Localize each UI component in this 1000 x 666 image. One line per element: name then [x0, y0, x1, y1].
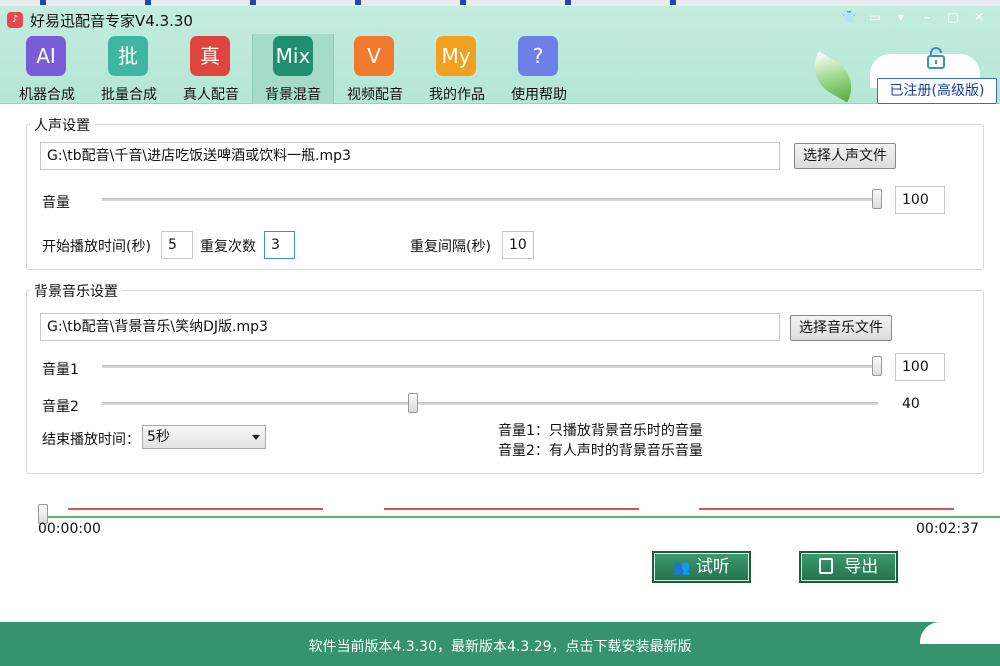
toolbar-button-2[interactable]: 真真人配音 [170, 34, 252, 104]
repeat-interval-label: 重复间隔(秒) [410, 239, 491, 255]
toolbar-label: 使用帮助 [511, 87, 567, 103]
volume1-note: 音量1：只播放背景音乐时的音量 [498, 423, 703, 439]
bgm-volume1-value[interactable]: 100 [895, 353, 945, 381]
end-time-label: 结束播放时间： [42, 432, 140, 448]
voice-volume-slider[interactable] [102, 198, 878, 201]
voice-file-path-input[interactable]: G:\tb配音\千音\进店吃饭送啤酒或饮料一瓶.mp3 [40, 142, 780, 170]
chevron-down-icon [252, 435, 260, 440]
app-header: ♪ 好易迅配音专家V4.3.30 👕 ▭ ▾ – □ ✕ AI 机器合成批批量合成… [0, 6, 1000, 104]
toolbar-icon: AI [26, 36, 66, 76]
music-note-icon: ♪ [7, 12, 23, 28]
toolbar-icon: V [354, 36, 394, 76]
toolbar-button-3[interactable]: Mix 背景混音 [252, 34, 334, 104]
export-icon [818, 558, 833, 574]
shirt-icon[interactable]: 👕 [836, 10, 862, 24]
taskbar-icon [145, 0, 151, 5]
start-time-input[interactable]: 5 [161, 231, 193, 259]
toolbar-button-4[interactable]: V 视频配音 [334, 34, 416, 104]
repeat-count-input[interactable]: 3 [264, 231, 295, 259]
minimize-icon[interactable]: – [914, 10, 940, 24]
taskbar-icon [40, 0, 46, 5]
voice-volume-value[interactable]: 100 [895, 186, 945, 214]
toolbar-label: 视频配音 [347, 87, 403, 103]
bgm-volume2-slider-thumb[interactable] [408, 393, 419, 413]
bgm-volume2-value[interactable]: 40 [895, 390, 945, 418]
choose-music-file-button[interactable]: 选择音乐文件 [790, 315, 892, 341]
toolbar-label: 批量合成 [101, 87, 157, 103]
window-title: 好易迅配音专家V4.3.30 [30, 12, 193, 30]
toolbar-icon: My [436, 36, 476, 76]
bgm-volume1-slider-thumb[interactable] [872, 356, 882, 376]
people-icon: 👥 [673, 560, 691, 576]
preview-button-label: 试听 [695, 557, 730, 577]
voice-volume-slider-thumb[interactable] [872, 189, 882, 209]
voice-segment [384, 508, 639, 510]
close-icon[interactable]: ✕ [966, 10, 992, 24]
toolbar-label: 机器合成 [19, 87, 75, 103]
window-controls: 👕 ▭ ▾ – □ ✕ [836, 10, 992, 24]
timeline-end-time: 00:02:37 [916, 521, 979, 537]
volume2-note: 音量2：有人声时的背景音乐音量 [498, 443, 703, 459]
bgm-volume1-slider[interactable] [102, 365, 878, 368]
taskbar-icon [670, 0, 676, 5]
start-time-label: 开始播放时间(秒) [42, 239, 151, 255]
voice-settings-title: 人声设置 [30, 115, 94, 135]
timeline-track[interactable] [40, 516, 1000, 518]
toolbar-icon: 真 [190, 36, 230, 76]
voice-volume-label: 音量 [42, 195, 70, 211]
toolbar-button-6[interactable]: ? 使用帮助 [498, 34, 580, 104]
bgm-settings-title: 背景音乐设置 [30, 281, 122, 301]
dropdown-icon[interactable]: ▾ [888, 10, 914, 24]
toolbar-icon: Mix [273, 36, 313, 76]
voice-segment [68, 508, 323, 510]
end-time-select-value: 5秒 [147, 429, 170, 445]
taskbar-icon [565, 0, 571, 5]
toolbar-icon: ? [518, 36, 558, 76]
end-time-select[interactable]: 5秒 [142, 425, 266, 449]
repeat-interval-input[interactable]: 10 [502, 231, 534, 259]
export-button[interactable]: 导出 [799, 551, 898, 583]
bgm-volume2-slider[interactable] [102, 402, 878, 405]
export-button-label: 导出 [844, 557, 879, 577]
toolbar-label: 真人配音 [183, 87, 239, 103]
preview-button[interactable]: 👥 试听 [652, 551, 751, 583]
registration-button[interactable]: 已注册(高级版) [877, 78, 997, 104]
timeline-start-time: 00:00:00 [38, 521, 101, 537]
toolbar-button-1[interactable]: 批批量合成 [88, 34, 170, 104]
maximize-icon[interactable]: □ [940, 10, 966, 24]
choose-voice-file-button[interactable]: 选择人声文件 [794, 143, 896, 169]
leaf-decoration [803, 51, 863, 103]
toolbar-button-0[interactable]: AI 机器合成 [6, 34, 88, 104]
message-icon[interactable]: ▭ [862, 10, 888, 24]
toolbar-icon: 批 [108, 36, 148, 76]
repeat-count-label: 重复次数 [200, 239, 256, 255]
update-notice-link[interactable]: 软件当前版本4.3.30，最新版本4.3.29，点击下载安装最新版 [0, 636, 1000, 656]
toolbar-button-5[interactable]: My 我的作品 [416, 34, 498, 104]
lock-icon [927, 47, 945, 69]
status-footer: 软件当前版本4.3.30，最新版本4.3.29，点击下载安装最新版 [0, 622, 1000, 666]
bgm-volume2-label: 音量2 [42, 399, 79, 415]
toolbar-label: 我的作品 [429, 87, 485, 103]
toolbar-label: 背景混音 [265, 87, 321, 103]
voice-segment [699, 508, 954, 510]
taskbar-icon [460, 0, 466, 5]
bgm-file-path-input[interactable]: G:\tb配音\背景音乐\笑纳DJ版.mp3 [40, 313, 780, 341]
taskbar-icon [250, 0, 256, 5]
bgm-volume1-label: 音量1 [42, 362, 79, 378]
taskbar-icon [355, 0, 361, 5]
main-toolbar: AI 机器合成批批量合成真真人配音 Mix 背景混音 V 视频配音 My 我的作品? 使用帮助 [6, 34, 580, 104]
